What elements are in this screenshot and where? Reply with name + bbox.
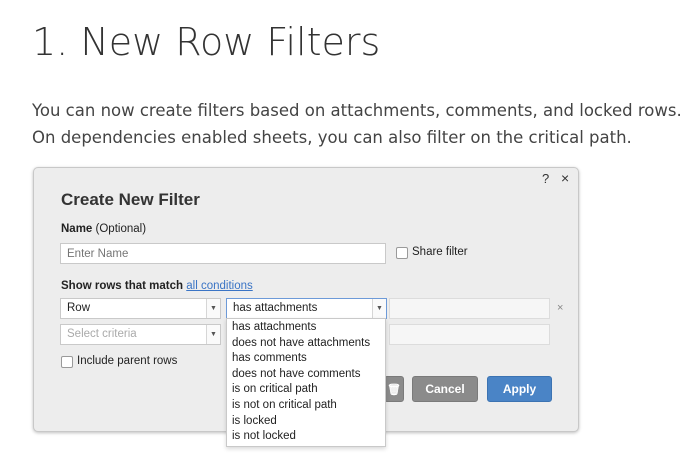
apply-button[interactable]: Apply [487,376,552,402]
intro-line-1: You can now create filters based on atta… [32,101,682,120]
dropdown-option[interactable]: is not locked [227,429,385,445]
share-filter-label: Share filter [412,246,468,258]
share-filter-checkbox[interactable] [396,247,408,259]
dropdown-option[interactable]: is on critical path [227,382,385,398]
chevron-down-icon: ▼ [206,325,220,344]
name-optional-text: (Optional) [95,223,147,235]
dialog-title: Create New Filter [61,190,200,209]
row2-field-placeholder: Select criteria [67,328,137,340]
dropdown-option[interactable]: is not on critical path [227,398,385,414]
delete-icon[interactable]: 🗑 [384,376,404,402]
row1-condition-value: has attachments [233,302,318,314]
name-label: Name (Optional) [61,223,146,235]
dropdown-option[interactable]: has comments [227,351,385,367]
row2-field-select[interactable]: Select criteria ▼ [60,324,221,345]
dropdown-option[interactable]: is locked [227,414,385,430]
intro-text: You can now create filters based on atta… [32,97,682,151]
dropdown-option[interactable]: has attachments [227,320,385,336]
row1-field-value: Row [67,302,91,314]
filter-name-input[interactable] [60,243,386,264]
dropdown-option[interactable]: does not have attachments [227,336,385,352]
condition-dropdown-menu: has attachments does not have attachment… [226,318,386,447]
intro-line-2: On dependencies enabled sheets, you can … [32,128,632,147]
page-title: 1. New Row Filters [32,20,381,64]
dropdown-option[interactable]: does not have comments [227,367,385,383]
match-label: Show rows that match all conditions [61,280,253,292]
cancel-button[interactable]: Cancel [412,376,478,402]
help-icon[interactable]: ? [542,171,549,186]
chevron-down-icon: ▼ [206,299,220,318]
close-icon[interactable]: × [561,170,569,186]
remove-row-icon[interactable]: × [557,302,563,314]
row1-condition-select[interactable]: has attachments ▼ [226,298,387,319]
include-parent-checkbox[interactable] [61,356,73,368]
match-label-text: Show rows that match [61,280,184,292]
chevron-down-icon: ▼ [372,299,386,318]
row1-value-field[interactable] [389,298,550,319]
row1-field-select[interactable]: Row ▼ [60,298,221,319]
name-label-text: Name [61,223,93,235]
include-parent-label: Include parent rows [77,355,178,367]
all-conditions-link[interactable]: all conditions [186,280,252,292]
row2-value-field[interactable] [389,324,550,345]
